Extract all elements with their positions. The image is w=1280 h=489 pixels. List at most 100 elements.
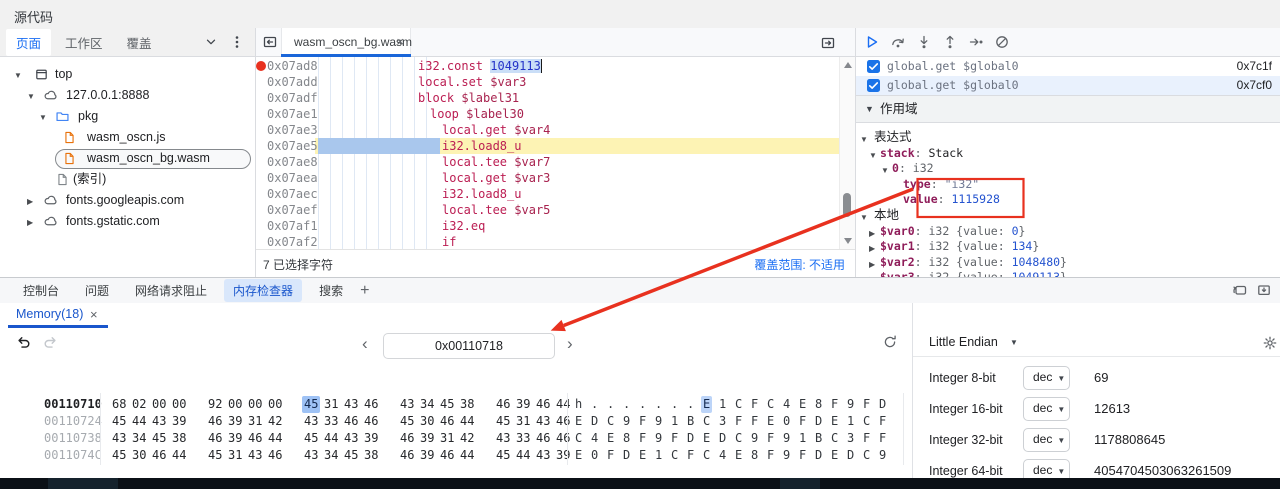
memory-ascii-char[interactable]: 3 [847,430,854,447]
memory-ascii-char[interactable]: F [767,430,774,447]
add-tab-button[interactable]: + [352,282,377,300]
sidebar-tab-页面[interactable]: 页面 [6,29,51,56]
memory-byte[interactable]: 43 [536,447,550,464]
memory-ascii-char[interactable]: . [607,396,614,413]
memory-ascii-char[interactable]: D [623,447,630,464]
code-line[interactable]: 0x07ae8local.tee $var7 [255,154,839,170]
memory-ascii-char[interactable]: 1 [719,396,726,413]
memory-ascii-char[interactable]: E [831,413,838,430]
memory-row[interactable]: 0011072445444339463931424333464645304644… [0,413,912,430]
memory-ascii-char[interactable]: C [863,413,870,430]
memory-ascii-char[interactable]: 8 [815,396,822,413]
scope-row-0[interactable]: ▼0: i32 [856,160,1280,176]
memory-byte[interactable]: 45 [208,447,222,464]
next-page-icon[interactable]: › [567,334,573,354]
code-line[interactable]: 0x07ae1loop $label30 [255,106,839,122]
memory-byte[interactable]: 39 [420,447,434,464]
memory-ascii-char[interactable]: . [671,396,678,413]
memory-byte[interactable]: 39 [172,413,186,430]
resume-icon[interactable] [864,34,880,50]
step-icon[interactable] [968,34,984,50]
memory-ascii-char[interactable]: 9 [655,413,662,430]
memory-ascii-char[interactable]: 8 [623,430,630,447]
scope-row-stack[interactable]: ▼stack: Stack [856,145,1280,161]
memory-ascii-char[interactable]: . [591,396,598,413]
tree-item-wasm_oscn.js[interactable]: wasm_oscn.js [0,127,255,148]
memory-byte[interactable]: 43 [536,413,550,430]
memory-ascii-char[interactable]: F [671,430,678,447]
memory-ascii-char[interactable]: 1 [847,413,854,430]
memory-byte[interactable]: 45 [400,413,414,430]
memory-byte[interactable]: 00 [248,396,262,413]
memory-byte[interactable]: 38 [172,430,186,447]
memory-hex-dump[interactable]: 0011071068020000920000004531434643344538… [0,390,912,470]
tree-item-wasm_oscn_bg.wasm[interactable]: wasm_oscn_bg.wasm [0,148,255,169]
step-into-icon[interactable] [916,34,932,50]
memory-ascii-char[interactable]: . [623,396,630,413]
breakpoint-entry[interactable]: global.get $global00x7cf0 [856,76,1280,95]
memory-ascii-char[interactable]: . [687,396,694,413]
memory-byte[interactable]: 44 [516,447,530,464]
memory-byte[interactable]: 45 [496,447,510,464]
memory-ascii-char[interactable]: 4 [783,396,790,413]
memory-byte[interactable]: 38 [460,396,474,413]
memory-byte[interactable]: 02 [132,396,146,413]
memory-ascii-char[interactable]: E [799,396,806,413]
memory-byte[interactable]: 30 [420,413,434,430]
memory-byte[interactable]: 44 [324,430,338,447]
memory-ascii-char[interactable]: D [847,447,854,464]
dock-side-icon[interactable] [1232,282,1248,298]
memory-byte[interactable]: 45 [344,447,358,464]
memory-byte[interactable]: 45 [440,396,454,413]
expanded-icon[interactable]: ▼ [39,107,47,128]
memory-byte[interactable]: 31 [228,447,242,464]
memory-ascii-char[interactable]: E [701,396,712,413]
expand-drawer-icon[interactable] [1256,282,1272,298]
tree-item-top[interactable]: ▼top [0,64,255,85]
tree-item-(索引)[interactable]: (索引) [0,169,255,190]
memory-ascii-char[interactable]: F [799,447,806,464]
memory-byte[interactable]: 00 [172,396,186,413]
memory-ascii-char[interactable]: D [591,413,598,430]
drawer-tab-控制台[interactable]: 控制台 [14,279,68,302]
memory-byte[interactable]: 44 [556,396,570,413]
code-line[interactable]: 0x07addlocal.set $var3 [255,74,839,90]
checkbox-checked-icon[interactable] [867,60,880,73]
drawer-tab-搜索[interactable]: 搜索 [310,279,352,302]
memory-ascii-char[interactable]: 4 [591,430,598,447]
memory-byte[interactable]: 31 [440,430,454,447]
memory-byte[interactable]: 46 [344,413,358,430]
memory-ascii-char[interactable]: 1 [655,447,662,464]
memory-ascii-char[interactable]: 8 [751,447,758,464]
tree-item-127.0.0.1:8888[interactable]: ▼127.0.0.1:8888 [0,85,255,106]
memory-byte[interactable]: 43 [400,396,414,413]
memory-byte[interactable]: 43 [344,396,358,413]
format-select[interactable]: dec▼ [1023,366,1070,390]
scroll-down-icon[interactable] [844,238,852,244]
memory-byte[interactable]: 46 [400,447,414,464]
expanded-icon[interactable]: ▼ [14,65,22,86]
memory-ascii-char[interactable]: E [575,413,582,430]
memory-byte[interactable]: 43 [496,430,510,447]
memory-ascii-char[interactable]: F [735,413,742,430]
undo-icon[interactable] [16,334,32,350]
scrollbar-thumb[interactable] [843,193,851,217]
memory-byte[interactable]: 44 [268,430,282,447]
memory-ascii-char[interactable]: E [607,430,614,447]
memory-byte[interactable]: 31 [516,413,530,430]
editor-tab[interactable]: wasm_oscn_bg.wasm × [281,28,411,56]
memory-ascii-char[interactable]: F [751,396,758,413]
memory-byte[interactable]: 34 [324,447,338,464]
scope-row-value[interactable]: value: 1115928 [856,191,1280,207]
scope-row-本地[interactable]: ▼本地 [856,207,1280,223]
memory-byte[interactable]: 45 [496,413,510,430]
code-line[interactable]: 0x07aeci32.load8_u [255,186,839,202]
memory-byte[interactable]: 46 [268,447,282,464]
memory-ascii-char[interactable]: E [639,447,646,464]
memory-ascii-char[interactable]: B [815,430,822,447]
memory-byte[interactable]: 44 [460,413,474,430]
memory-byte[interactable]: 46 [364,413,378,430]
breakpoint-icon[interactable] [256,61,266,71]
breakpoint-entry[interactable]: global.get $global00x7c1f [856,57,1280,76]
memory-byte[interactable]: 45 [302,396,320,413]
